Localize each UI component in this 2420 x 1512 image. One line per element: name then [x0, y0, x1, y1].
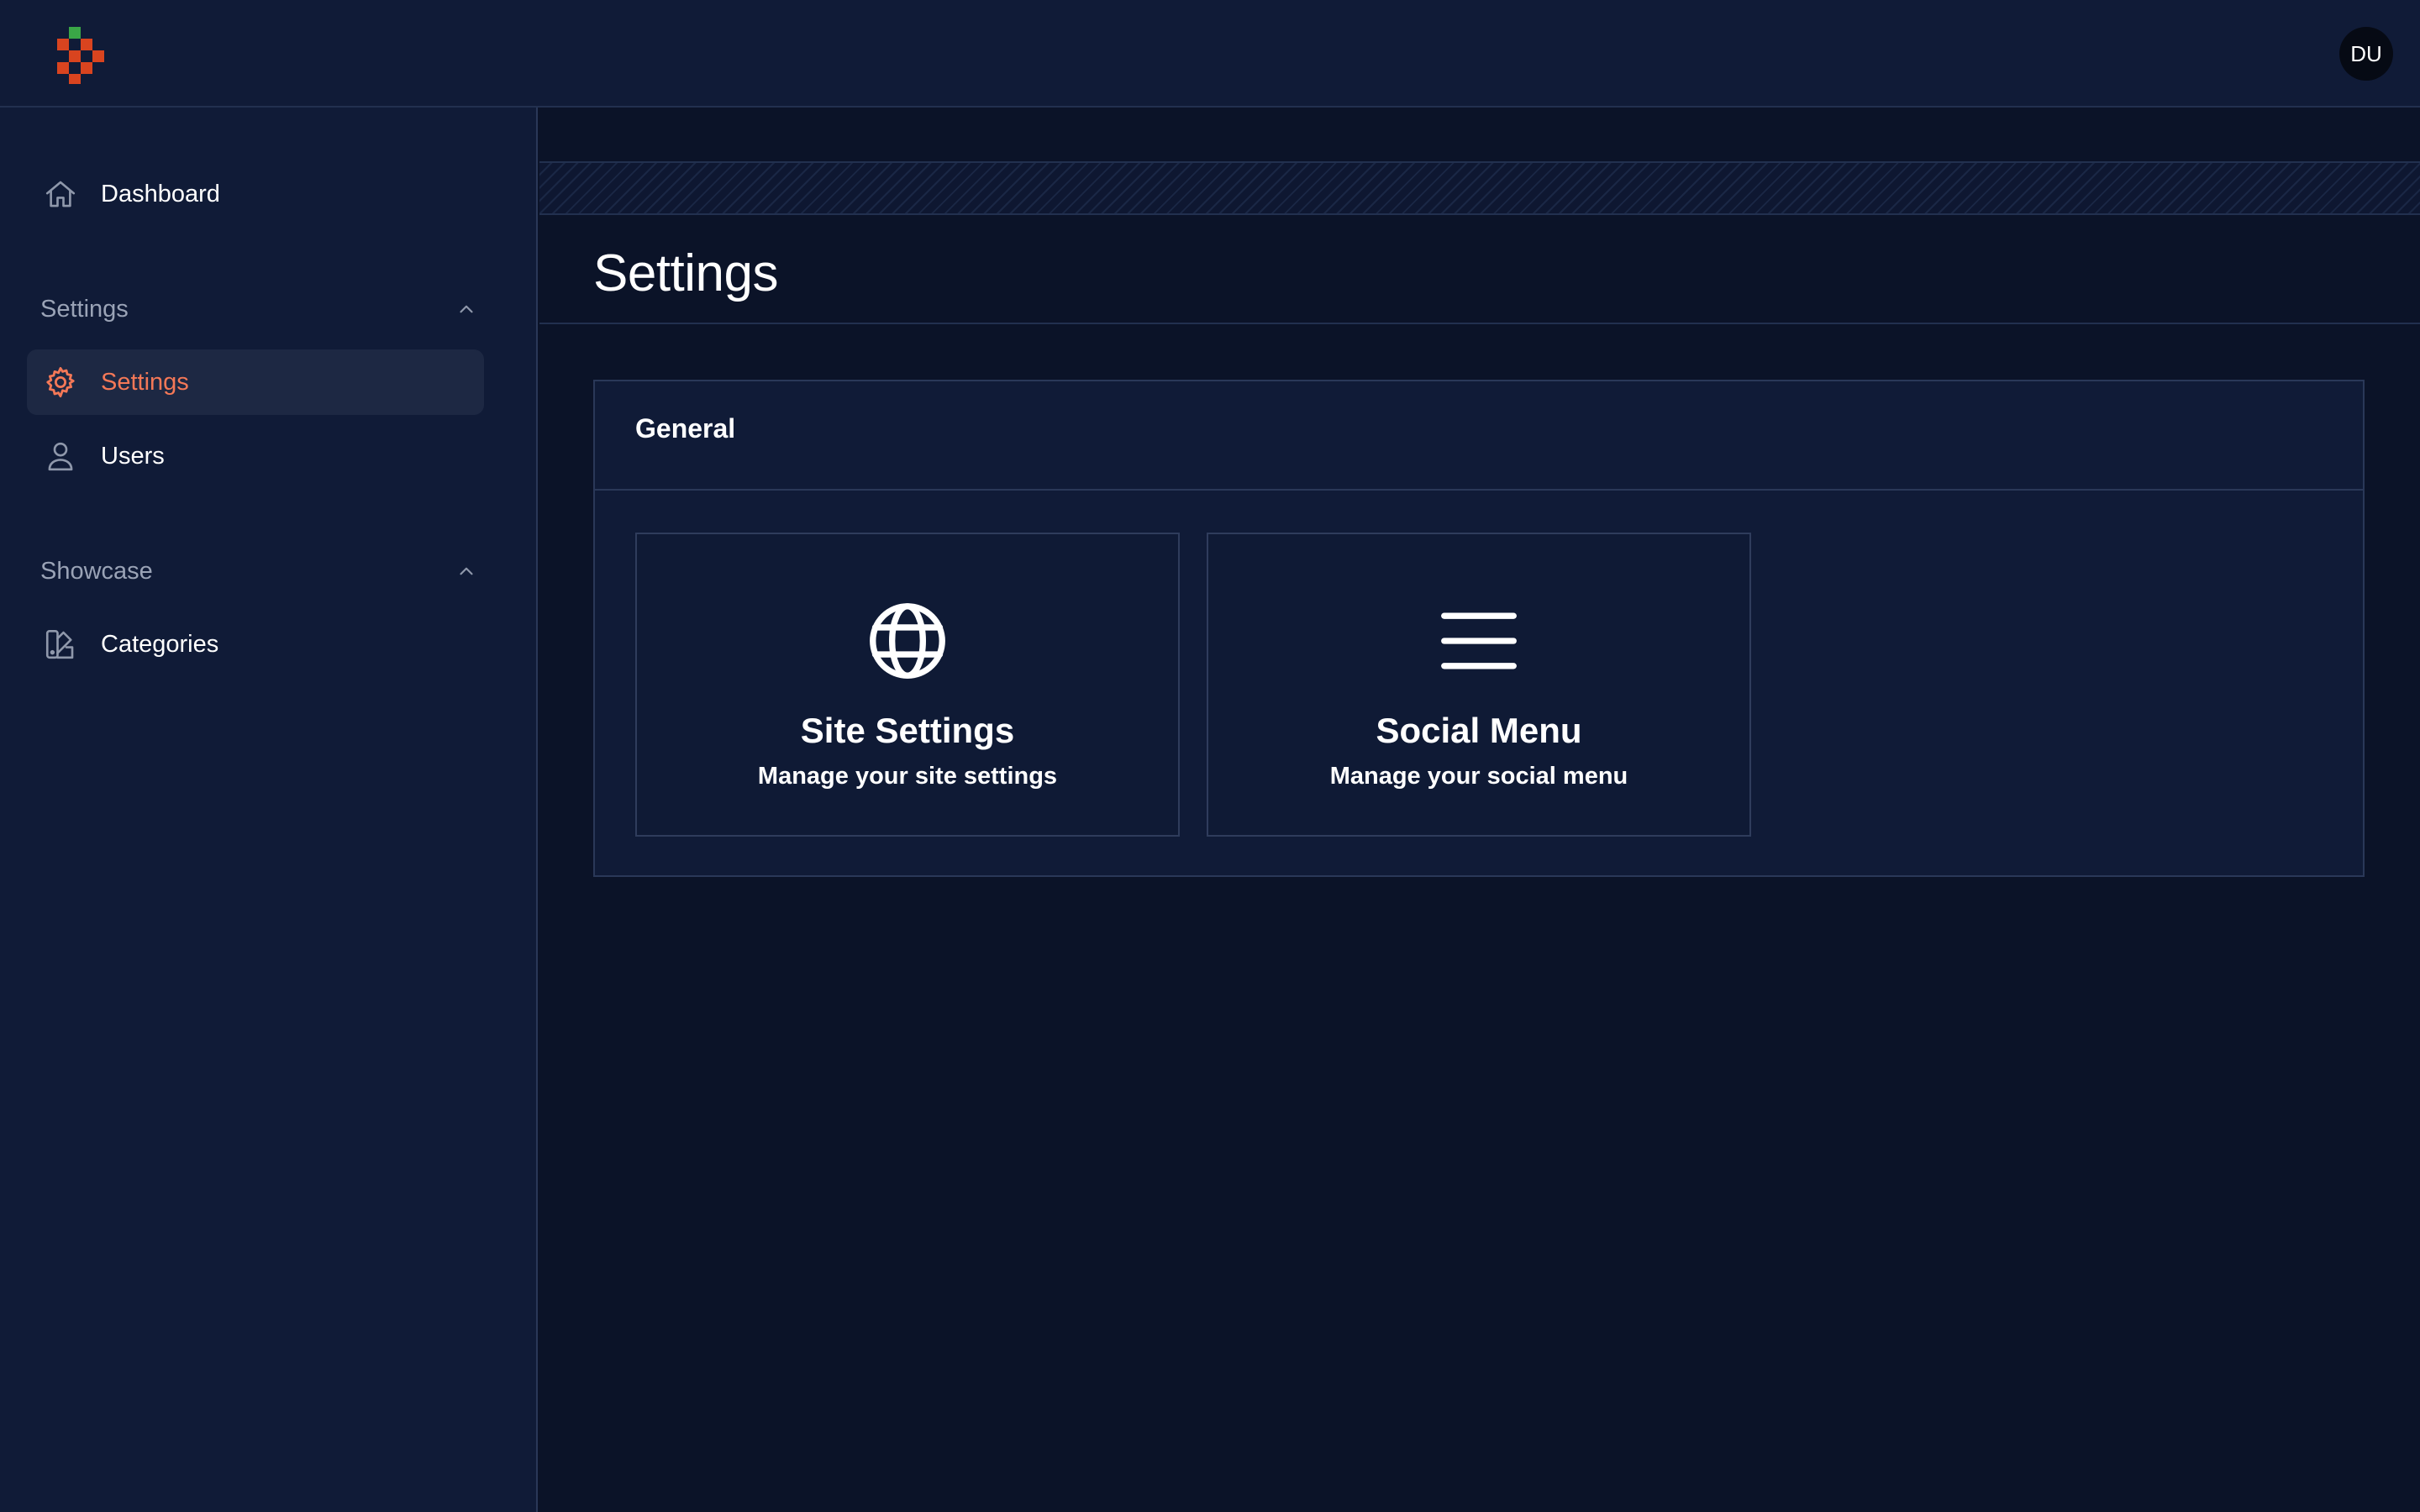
decorative-stripe [539, 161, 2420, 215]
sidebar-item-label: Users [101, 442, 165, 470]
site-settings-card[interactable]: Site Settings Manage your site settings [635, 533, 1180, 837]
sidebar-item-categories[interactable]: Categories [27, 612, 484, 677]
social-menu-card[interactable]: Social Menu Manage your social menu [1207, 533, 1751, 837]
card-description: Manage your site settings [757, 763, 1058, 790]
card-title: Site Settings [800, 711, 1015, 750]
sidebar-group-label: Showcase [40, 557, 153, 585]
sidebar-item-label: Dashboard [101, 180, 220, 207]
menu-icon [1433, 595, 1525, 687]
page-header: Settings [539, 215, 2420, 324]
user-icon [42, 438, 79, 475]
logo-icon[interactable] [55, 25, 106, 84]
sidebar-item-users[interactable]: Users [27, 423, 484, 489]
home-icon [42, 176, 79, 213]
sidebar-item-label: Categories [101, 630, 219, 658]
card-title: Social Menu [1376, 711, 1582, 750]
sidebar-group-label: Settings [40, 295, 129, 323]
page-title: Settings [593, 244, 779, 302]
panel-header: General [595, 381, 2363, 491]
user-avatar[interactable]: DU [2339, 27, 2393, 81]
swatch-icon [42, 626, 79, 663]
sidebar: Dashboard Settings Settings Users Showca… [0, 108, 538, 1512]
sidebar-group-settings[interactable]: Settings [40, 289, 477, 329]
gear-icon [42, 364, 79, 401]
sidebar-item-label: Settings [101, 368, 189, 396]
main-content: Settings General Site Settings Manage yo… [539, 108, 2420, 1512]
chevron-up-icon [455, 560, 477, 582]
settings-panel: General Site Settings Manage your site s… [593, 380, 2365, 877]
top-bar: DU [0, 0, 2420, 108]
chevron-up-icon [455, 298, 477, 320]
sidebar-item-settings[interactable]: Settings [27, 349, 484, 415]
globe-icon [861, 595, 954, 687]
panel-title: General [635, 413, 736, 444]
sidebar-group-showcase[interactable]: Showcase [40, 551, 477, 591]
card-description: Manage your social menu [1329, 763, 1628, 790]
sidebar-item-dashboard[interactable]: Dashboard [27, 161, 484, 227]
